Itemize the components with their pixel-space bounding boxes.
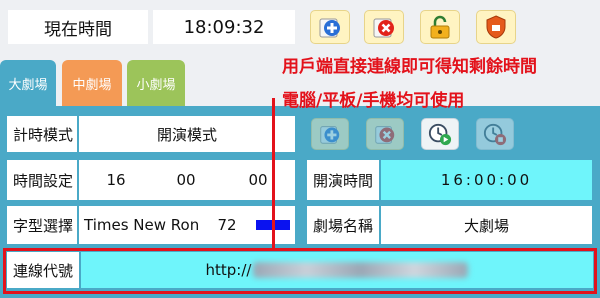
mode-label: 計時模式 <box>7 116 77 152</box>
annotation-line-2: 電腦/平板/手機均可使用 <box>282 91 465 111</box>
font-size-input[interactable]: 72 <box>208 206 246 244</box>
panel-add-button[interactable] <box>311 118 349 150</box>
hour-input[interactable]: 16 <box>96 160 136 200</box>
start-time-value: 16:00:00 <box>381 160 592 200</box>
delete-icon <box>373 18 394 38</box>
clock-play-icon <box>428 123 452 146</box>
start-timer-button[interactable] <box>421 118 459 150</box>
tab-large-hall[interactable]: 大劇場 <box>0 60 56 106</box>
tab-medium-hall[interactable]: 中劇場 <box>62 60 122 106</box>
clock-label: 現在時間 <box>8 10 148 44</box>
add-icon <box>319 18 340 38</box>
minute-input[interactable]: 00 <box>166 160 206 200</box>
shield-icon <box>486 15 506 39</box>
hall-name-label: 劇場名稱 <box>307 206 379 244</box>
stop-timer-button[interactable] <box>476 118 514 150</box>
mode-select[interactable]: 開演模式 <box>79 116 295 152</box>
annotation-line-1: 用戶端直接連線即可得知剩餘時間 <box>282 57 537 77</box>
time-setting-label: 時間設定 <box>7 160 77 200</box>
hall-name-value: 大劇場 <box>381 206 592 244</box>
delete-icon <box>375 126 395 144</box>
shield-button[interactable] <box>476 10 516 44</box>
tab-small-hall[interactable]: 小劇場 <box>127 60 185 106</box>
font-select-label: 字型選擇 <box>7 206 77 244</box>
unlock-button[interactable] <box>420 10 460 44</box>
start-time-label: 開演時間 <box>307 160 379 200</box>
annotation-pointer-line <box>272 98 275 250</box>
unlock-icon <box>430 15 450 39</box>
panel-delete-button[interactable] <box>366 118 404 150</box>
delete-button[interactable] <box>364 10 404 44</box>
connection-highlight-frame <box>3 248 597 294</box>
font-family-select[interactable]: Times New Ron <box>80 206 198 244</box>
clock-value: 18:09:32 <box>153 10 295 44</box>
add-button[interactable] <box>310 10 350 44</box>
add-icon <box>320 126 340 144</box>
clock-stop-icon <box>483 123 507 146</box>
